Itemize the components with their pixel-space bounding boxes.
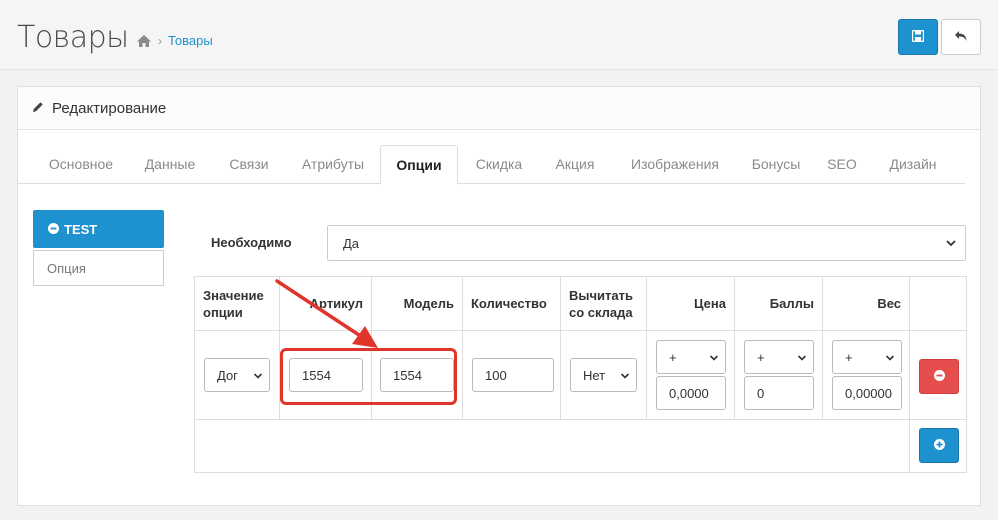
tab-seo[interactable]: SEO [817,145,867,184]
col-points: Баллы [734,276,823,331]
breadcrumb-link-products[interactable]: Товары [168,33,213,48]
subtract-select[interactable]: Нет [570,358,637,392]
quantity-input[interactable]: 100 [472,358,554,392]
remove-option-value-button[interactable] [919,359,959,394]
required-select[interactable]: Да [327,225,966,261]
tab-data[interactable]: Данные [134,145,206,184]
tab-bar: Основное Данные Связи Атрибуты Опции Ски… [17,145,965,185]
page-header: Товары › Товары [0,0,998,70]
option-item-label: TEST [64,221,98,237]
subtract-select-text: Нет [583,367,606,383]
points-prefix-select[interactable]: + [744,340,814,374]
weight-input[interactable]: 0,00000 [832,376,902,410]
tab-links[interactable]: Связи [213,145,285,184]
price-prefix-text: + [669,349,677,365]
back-button[interactable] [941,19,981,55]
points-input[interactable]: 0 [744,376,814,410]
tab-attributes[interactable]: Атрибуты [293,145,373,184]
weight-prefix-select[interactable]: + [832,340,902,374]
price-input[interactable]: 0,0000 [656,376,726,410]
chevron-down-icon [253,369,263,384]
col-option-value: Значение опции [194,276,280,331]
col-actions [909,276,967,331]
table-footer-row [194,419,967,473]
option-value-select-text: Дог [217,367,238,383]
minus-circle-icon [933,369,945,384]
chevron-down-icon [797,351,807,366]
save-button[interactable] [898,19,938,55]
panel-heading: Редактирование [18,87,980,130]
points-prefix-text: + [757,349,765,365]
chevron-down-icon [620,369,630,384]
page-title: Товары [17,20,129,55]
price-prefix-select[interactable]: + [656,340,726,374]
panel-heading-text: Редактирование [52,99,167,117]
pencil-icon [32,100,44,117]
col-quantity: Количество [462,276,561,331]
reply-icon [954,30,968,45]
chevron-down-icon [709,351,719,366]
minus-circle-icon[interactable] [48,222,59,237]
add-option-value-button[interactable] [919,428,959,463]
chevron-down-icon [885,351,895,366]
save-icon [911,29,925,45]
tab-images[interactable]: Изображения [617,145,733,184]
tab-bonuses[interactable]: Бонусы [740,145,812,184]
col-subtract: Вычитать со склада [560,276,647,331]
table-header-row: Значение опции Артикул Модель Количество… [194,276,967,331]
annotation-highlight-box [280,348,457,405]
required-select-value: Да [343,235,360,251]
col-price: Цена [646,276,735,331]
tab-discount[interactable]: Скидка [465,145,533,184]
breadcrumb: › Товары [136,33,213,48]
option-autocomplete-input[interactable]: Опция [33,250,164,286]
tab-main[interactable]: Основное [17,145,145,184]
option-value-select[interactable]: Дог [204,358,270,392]
option-item-test[interactable]: TEST [33,210,164,248]
chevron-down-icon [945,237,957,252]
tab-options[interactable]: Опции [380,145,458,185]
tab-design[interactable]: Дизайн [875,145,951,184]
plus-circle-icon [933,438,945,453]
col-weight: Вес [822,276,910,331]
home-icon[interactable] [136,34,152,48]
col-model: Модель [371,276,463,331]
breadcrumb-separator: › [158,33,162,48]
weight-prefix-text: + [845,349,853,365]
col-article: Артикул [279,276,372,331]
required-label: Необходимо [211,235,292,250]
tab-special[interactable]: Акция [544,145,606,184]
